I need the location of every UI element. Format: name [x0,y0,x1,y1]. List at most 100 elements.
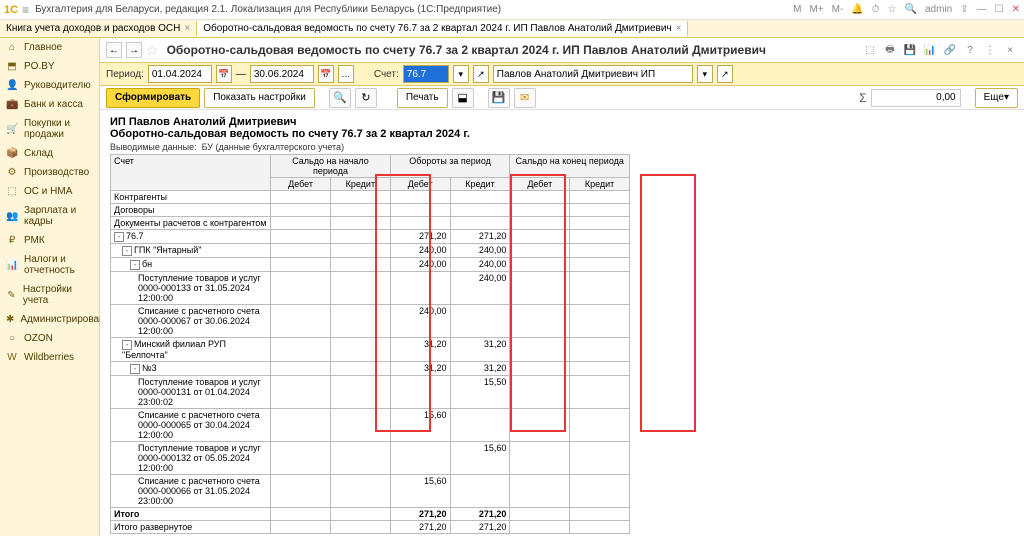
link-icon[interactable]: 🔗 [942,42,958,58]
sidebar-item-label: Банк и касса [24,99,83,110]
sidebar-item-label: OZON [24,333,53,344]
search-icon[interactable]: 🔍 [905,4,917,15]
display-icon[interactable]: ⬚ [862,42,878,58]
org-input[interactable] [493,65,693,83]
mail-icon[interactable]: ✉ [514,88,536,108]
sidebar-item-4[interactable]: 🛒Покупки и продажи [0,114,99,144]
col-open-debit: Дебет [271,178,331,191]
org-open-icon[interactable]: ↗ [717,65,733,83]
find-icon[interactable]: 🔍 [329,88,351,108]
tree-toggle[interactable]: - [130,364,140,374]
row-label: Минский филиал РУП "Белпочта" [122,339,226,360]
org-dd-icon[interactable]: ▾ [697,65,713,83]
main: ← → ☆ Оборотно-сальдовая ведомость по сч… [100,38,1024,536]
app-logo: 1C [4,4,18,16]
row-label: Списание с расчетного счета 0000-000067 … [138,306,260,336]
row-label: ГПК "Янтарный" [134,245,201,255]
table-row: -бн240,00240,00 [111,258,630,272]
tree-toggle[interactable]: - [122,340,132,350]
sidebar-item-12[interactable]: ✱Администрирование [0,310,99,329]
star-icon[interactable]: ☆ [888,4,897,15]
period-select-icon[interactable]: … [338,65,354,83]
menu-icon[interactable]: ≡ [22,3,29,17]
m-plus-label[interactable]: M+ [809,4,823,15]
sidebar-icon: W [6,352,18,363]
row-label: Поступление товаров и услуг 0000-000132 … [138,443,261,473]
user-label[interactable]: admin [925,4,952,15]
calendar-icon[interactable]: 📅 [216,65,232,83]
account-open-icon[interactable]: ↗ [473,65,489,83]
date-from-input[interactable] [148,65,212,83]
save-icon[interactable]: 💾 [902,42,918,58]
minimize-icon[interactable]: — [977,4,987,15]
date-to-input[interactable] [250,65,314,83]
account-input[interactable] [403,65,449,83]
print-button[interactable]: Печать [397,88,448,108]
sidebar-item-7[interactable]: ⬚ОС и НМА [0,182,99,201]
sidebar-icon: 👥 [6,211,18,222]
forward-button[interactable]: → [126,42,142,58]
print-icon[interactable]: 🖶 [882,42,898,58]
row-label: Поступление товаров и услуг 0000-000133 … [138,273,261,303]
sidebar-item-5[interactable]: 📦Склад [0,144,99,163]
sidebar-item-9[interactable]: ₽ РМК [0,231,99,250]
sidebar-item-13[interactable]: ○OZON [0,329,99,348]
sidebar-item-3[interactable]: 💼Банк и касса [0,95,99,114]
sidebar-item-label: Зарплата и кадры [24,205,93,227]
calendar-icon[interactable]: 📅 [318,65,334,83]
maximize-icon[interactable]: ☐ [995,4,1004,15]
more-button[interactable]: Еще ▾ [975,88,1018,108]
sidebar-item-label: PO.BY [24,61,55,72]
favorite-icon[interactable]: ☆ [146,42,159,59]
chart-icon[interactable]: 📊 [922,42,938,58]
refresh-icon[interactable]: ↻ [355,88,377,108]
back-button[interactable]: ← [106,42,122,58]
sidebar-item-14[interactable]: WWildberries [0,348,99,367]
sidebar-icon: ⚙ [6,167,18,178]
sidebar-item-0[interactable]: ⌂Главное [0,38,99,57]
tab-label: Книга учета доходов и расходов ОСН [6,23,180,34]
close-doc-icon[interactable]: × [1002,42,1018,58]
tab-label: Оборотно-сальдовая ведомость по счету 76… [203,23,671,34]
sidebar-icon: ⬚ [6,186,18,197]
sidebar-item-10[interactable]: 📊Налоги и отчетность [0,250,99,280]
titlebar: 1C ≡ Бухгалтерия для Беларуси, редакция … [0,0,1024,20]
sidebar-item-2[interactable]: 👤Руководителю [0,76,99,95]
sidebar-item-label: Производство [24,167,89,178]
sidebar-item-6[interactable]: ⚙ Производство [0,163,99,182]
more-icon[interactable]: ⋮ [982,42,998,58]
tree-toggle[interactable]: - [130,260,140,270]
table-row: -№331,2031,20 [111,362,630,376]
show-settings-button[interactable]: Показать настройки [204,88,315,108]
report-grid: СчетСальдо на начало периодаОбороты за п… [110,154,630,534]
table-row: -76.7271,20271,20 [111,230,630,244]
sidebar-item-1[interactable]: ⬒PO.BY [0,57,99,76]
sidebar-icon: ₽ [6,235,18,246]
m-minus-label[interactable]: M- [832,4,844,15]
tree-toggle[interactable]: - [122,246,132,256]
sidebar-item-11[interactable]: ✎Настройки учета [0,280,99,310]
period-label: Период: [106,69,144,80]
table-row: Списание с расчетного счета 0000-000066 … [111,475,630,508]
close-icon[interactable]: × [184,23,190,34]
close-icon[interactable]: × [676,23,682,34]
tab-book[interactable]: Книга учета доходов и расходов ОСН × [0,21,197,36]
export-icon[interactable]: ⬓ [452,88,474,108]
table-row: Списание с расчетного счета 0000-000067 … [111,305,630,338]
sidebar-item-label: РМК [24,235,45,246]
tab-report[interactable]: Оборотно-сальдовая ведомость по счету 76… [197,21,688,36]
clock-icon[interactable]: ⏱ [872,4,880,15]
caps-icon[interactable]: ⇪ [960,4,968,15]
help-icon[interactable]: ? [962,42,978,58]
bell-icon[interactable]: 🔔 [851,4,863,15]
generate-button[interactable]: Сформировать [106,88,200,108]
app-title: Бухгалтерия для Беларуси, редакция 2.1. … [35,4,793,15]
tree-toggle[interactable]: - [114,232,124,242]
sidebar-item-8[interactable]: 👥 Зарплата и кадры [0,201,99,231]
m-label[interactable]: M [793,4,801,15]
account-dd-icon[interactable]: ▾ [453,65,469,83]
sum-field[interactable] [871,89,961,107]
close-icon[interactable]: ✕ [1012,4,1020,15]
table-row: Поступление товаров и услуг 0000-000132 … [111,442,630,475]
save-icon[interactable]: 💾 [488,88,510,108]
